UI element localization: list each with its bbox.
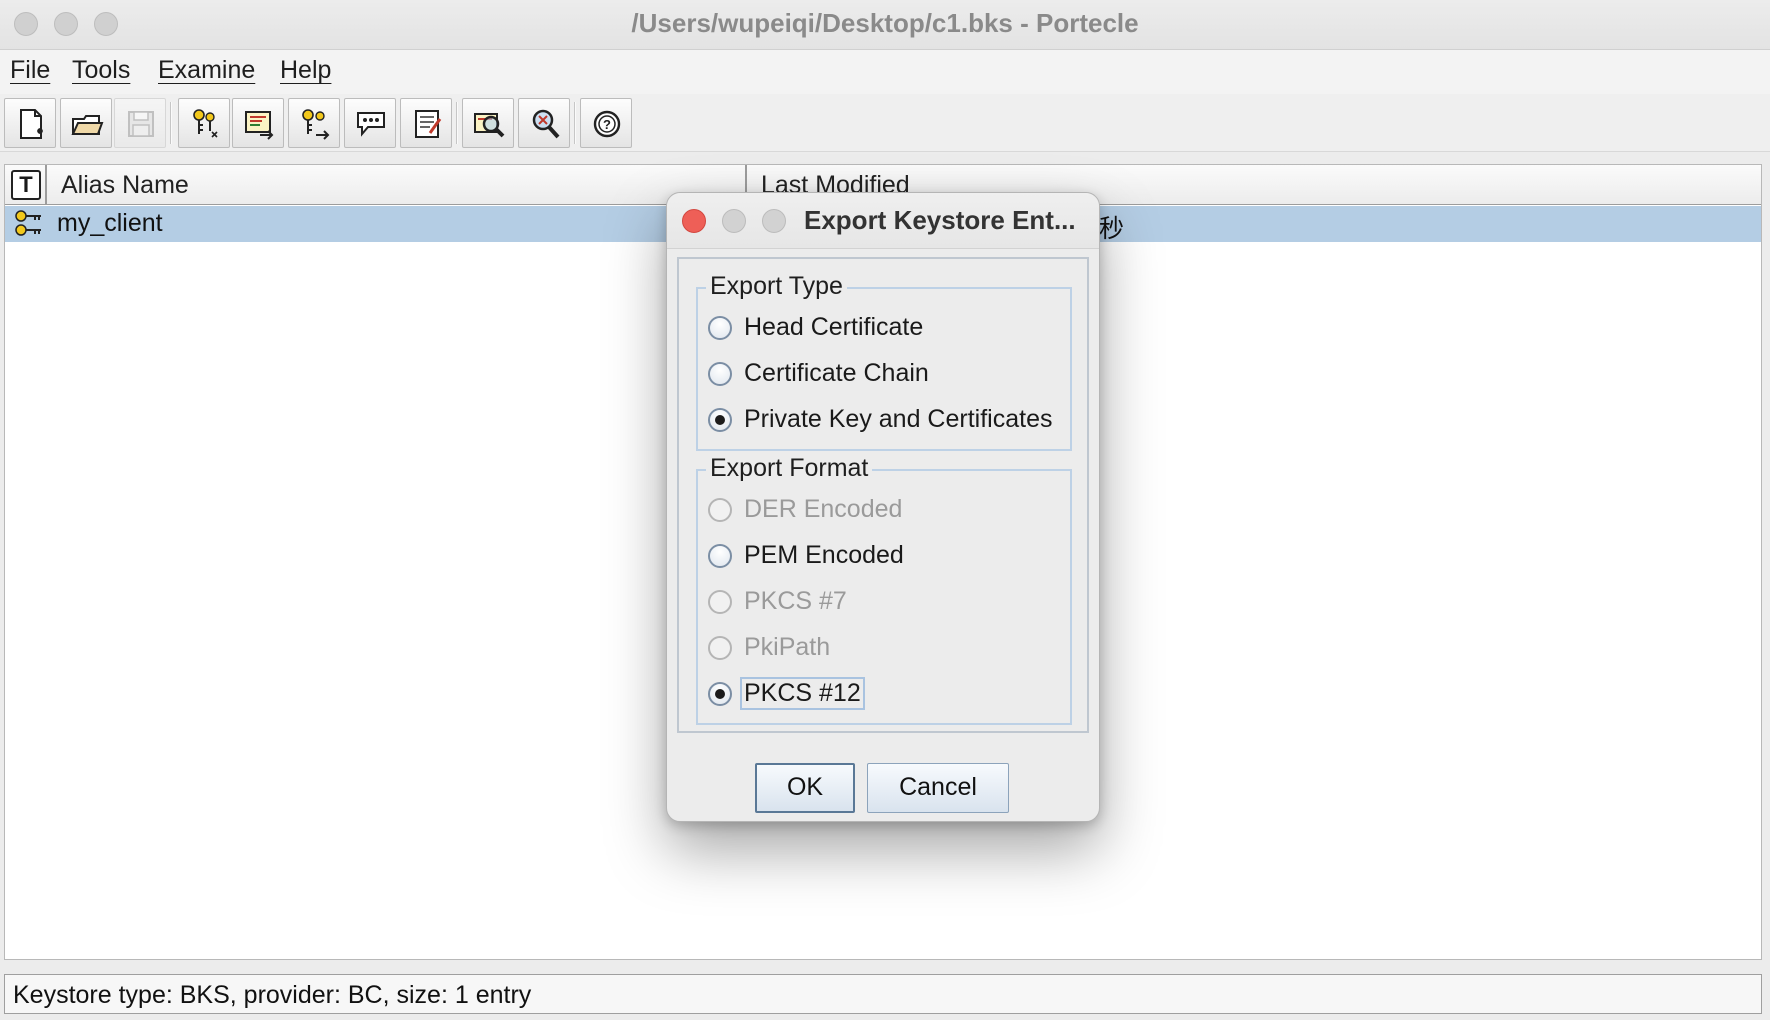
- import-keypair-button[interactable]: [288, 98, 340, 148]
- dialog-titlebar: Export Keystore Ent...: [667, 193, 1099, 249]
- radio-button[interactable]: [708, 544, 732, 568]
- new-keystore-icon: [20, 109, 43, 139]
- save-keystore-icon: [128, 111, 154, 137]
- ok-button[interactable]: OK: [755, 763, 855, 813]
- radio-label: PKCS #7: [744, 587, 847, 615]
- keystore-properties-icon: [415, 110, 442, 138]
- radio-label: PkiPath: [744, 633, 831, 661]
- examine-crl-button[interactable]: [518, 98, 570, 148]
- help-icon: ?: [593, 110, 621, 138]
- dialog-zoom-button[interactable]: [762, 209, 786, 233]
- new-keystore-button[interactable]: [4, 98, 56, 148]
- radio-button[interactable]: [708, 636, 732, 660]
- radio-button[interactable]: [708, 498, 732, 522]
- dialog-body: Export Type Head Certificate Certificate…: [677, 257, 1089, 733]
- save-keystore-button[interactable]: [114, 98, 166, 148]
- entry-type-column-header[interactable]: T: [11, 170, 41, 200]
- export-format-title: Export Format: [706, 454, 873, 483]
- generate-keypair-icon: [193, 109, 218, 138]
- radio-label: Certificate Chain: [744, 359, 929, 387]
- toolbar: ?: [0, 94, 1770, 152]
- menu-help[interactable]: Help: [280, 56, 331, 85]
- examine-certificate-button[interactable]: [462, 98, 514, 148]
- set-password-icon: [357, 112, 385, 137]
- import-certificate-icon: [245, 111, 274, 140]
- status-text: Keystore type: BKS, provider: BC, size: …: [13, 981, 532, 1009]
- menubar: File Tools Examine Help: [0, 50, 1770, 94]
- keystore-properties-button[interactable]: [400, 98, 452, 148]
- export-type-group: Export Type Head Certificate Certificate…: [696, 272, 1072, 451]
- cancel-button[interactable]: Cancel: [867, 763, 1009, 813]
- examine-certificate-icon: [474, 113, 505, 138]
- radio-label: PKCS #12: [740, 677, 865, 710]
- svg-text:?: ?: [603, 117, 611, 132]
- menu-tools[interactable]: Tools: [72, 56, 130, 85]
- export-type-title: Export Type: [706, 272, 847, 301]
- radio-button[interactable]: [708, 362, 732, 386]
- export-format-group: Export Format DER Encoded PEM Encoded PK…: [696, 454, 1072, 725]
- radio-label: DER Encoded: [744, 495, 903, 523]
- radio-label: PEM Encoded: [744, 541, 904, 569]
- keypair-entry-icon: [15, 210, 41, 236]
- radio-button[interactable]: [708, 316, 732, 340]
- open-keystore-button[interactable]: [60, 98, 112, 148]
- dialog-minimize-button[interactable]: [722, 209, 746, 233]
- open-keystore-icon: [71, 115, 104, 135]
- generate-keypair-button[interactable]: [178, 98, 230, 148]
- radio-label: Private Key and Certificates: [744, 405, 1053, 433]
- status-bar: Keystore type: BKS, provider: BC, size: …: [4, 974, 1762, 1014]
- radio-button[interactable]: [708, 590, 732, 614]
- radio-button[interactable]: [708, 408, 732, 432]
- alias-name-column-header[interactable]: Alias Name: [61, 171, 189, 200]
- menu-file[interactable]: File: [10, 56, 50, 85]
- dialog-title: Export Keystore Ent...: [804, 205, 1076, 235]
- examine-crl-icon: [532, 109, 560, 139]
- menu-examine[interactable]: Examine: [158, 56, 255, 85]
- radio-button[interactable]: [708, 682, 732, 706]
- alias-name-cell: my_client: [57, 209, 163, 237]
- import-certificate-button[interactable]: [232, 98, 284, 148]
- help-button[interactable]: ?: [580, 98, 632, 148]
- import-keypair-icon: [302, 109, 330, 140]
- set-password-button[interactable]: [344, 98, 396, 148]
- radio-label: Head Certificate: [744, 313, 924, 341]
- last-modified-cell: 秒: [1099, 215, 1125, 243]
- window-title: /Users/wupeiqi/Desktop/c1.bks - Portecle: [631, 8, 1139, 38]
- export-keystore-entry-dialog: Export Keystore Ent... Export Type Head …: [666, 192, 1100, 822]
- dialog-close-button[interactable]: [682, 209, 706, 233]
- window-titlebar: /Users/wupeiqi/Desktop/c1.bks - Portecle: [0, 0, 1770, 50]
